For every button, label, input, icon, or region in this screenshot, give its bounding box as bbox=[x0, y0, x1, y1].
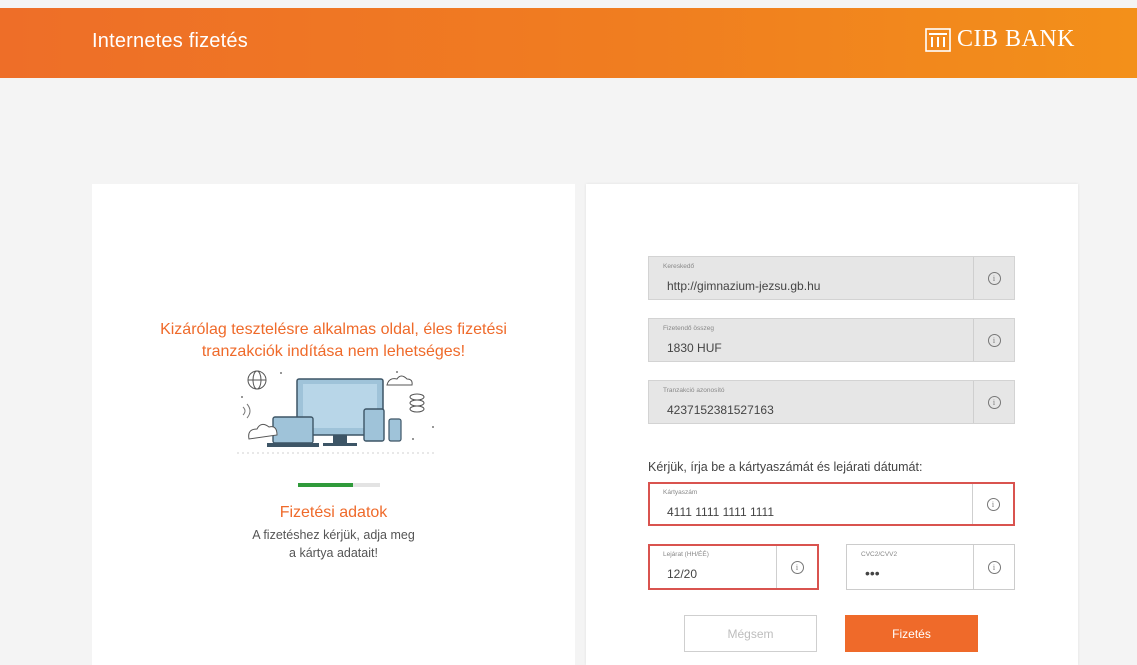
cloud-icon bbox=[386, 375, 413, 386]
wifi-icon bbox=[242, 403, 251, 419]
cvc-field[interactable]: CVC2/CVV2 ••• i bbox=[846, 544, 1015, 590]
step-title: Fizetési adatok bbox=[279, 504, 388, 521]
amount-field: Fizetendő összeg 1830 HUF i bbox=[648, 318, 1015, 362]
progress-fill bbox=[298, 483, 353, 487]
warning-line-1: Kizárólag tesztelésre alkalmas oldal, él… bbox=[160, 321, 507, 338]
merchant-label: Kereskedő bbox=[663, 263, 695, 270]
cvc-value[interactable]: ••• bbox=[865, 565, 880, 581]
brand-name: CIB BANK bbox=[956, 26, 1075, 52]
card-number-field[interactable]: Kártyaszám 4111 1111 1111 1111 i bbox=[648, 482, 1015, 526]
transaction-id-value: 4237152381527163 bbox=[667, 403, 774, 417]
transaction-info-button[interactable]: i bbox=[973, 381, 1014, 423]
cancel-button[interactable]: Mégsem bbox=[684, 615, 817, 652]
transaction-id-label: Tranzakció azonosító bbox=[663, 387, 725, 394]
amount-value: 1830 HUF bbox=[667, 341, 722, 355]
expiry-label: Lejárat (HH/ÉÉ) bbox=[663, 551, 709, 558]
expiry-info-button[interactable]: i bbox=[776, 546, 817, 588]
merchant-info-button[interactable]: i bbox=[973, 257, 1014, 299]
expiry-field[interactable]: Lejárat (HH/ÉÉ) 12/20 i bbox=[648, 544, 819, 590]
coins-icon bbox=[409, 393, 425, 413]
info-icon: i bbox=[987, 271, 1001, 285]
cvc-label: CVC2/CVV2 bbox=[861, 551, 898, 558]
info-icon: i bbox=[987, 395, 1001, 409]
globe-icon bbox=[247, 370, 267, 390]
payment-form-panel: Kereskedő http://gimnazium-jezsu.gb.hu i… bbox=[586, 184, 1078, 665]
devices-illustration bbox=[237, 370, 437, 454]
step-description: A fizetéshez kérjük, adja meg a kártya a… bbox=[252, 528, 415, 560]
merchant-value: http://gimnazium-jezsu.gb.hu bbox=[667, 279, 821, 293]
info-icon: i bbox=[790, 560, 804, 574]
cvc-info-button[interactable]: i bbox=[973, 545, 1014, 589]
pay-button[interactable]: Fizetés bbox=[845, 615, 978, 652]
info-icon: i bbox=[986, 497, 1000, 511]
merchant-field: Kereskedő http://gimnazium-jezsu.gb.hu i bbox=[648, 256, 1015, 300]
expiry-value[interactable]: 12/20 bbox=[667, 567, 697, 581]
bank-logo: CIB BANK bbox=[925, 26, 1075, 53]
progress-bar bbox=[298, 483, 380, 487]
page-title: Internetes fizetés bbox=[92, 30, 248, 52]
phone-icon bbox=[388, 418, 402, 442]
amount-label: Fizetendő összeg bbox=[663, 325, 714, 332]
info-icon: i bbox=[987, 560, 1001, 574]
info-panel: Kizárólag tesztelésre alkalmas oldal, él… bbox=[92, 184, 575, 665]
amount-info-button[interactable]: i bbox=[973, 319, 1014, 361]
transaction-id-field: Tranzakció azonosító 4237152381527163 i bbox=[648, 380, 1015, 424]
card-number-value[interactable]: 4111 1111 1111 1111 bbox=[667, 505, 774, 519]
card-number-info-button[interactable]: i bbox=[972, 484, 1013, 524]
card-number-label: Kártyaszám bbox=[663, 489, 698, 496]
bank-building-icon bbox=[925, 27, 951, 52]
tablet-icon bbox=[363, 408, 385, 442]
card-prompt: Kérjük, írja be a kártyaszámát és lejára… bbox=[648, 460, 923, 474]
test-warning: Kizárólag tesztelésre alkalmas oldal, él… bbox=[92, 319, 575, 363]
info-icon: i bbox=[987, 333, 1001, 347]
warning-line-2: tranzakciók indítása nem lehetséges! bbox=[201, 343, 466, 360]
header-bar: Internetes fizetés CIB BANK bbox=[0, 8, 1137, 78]
